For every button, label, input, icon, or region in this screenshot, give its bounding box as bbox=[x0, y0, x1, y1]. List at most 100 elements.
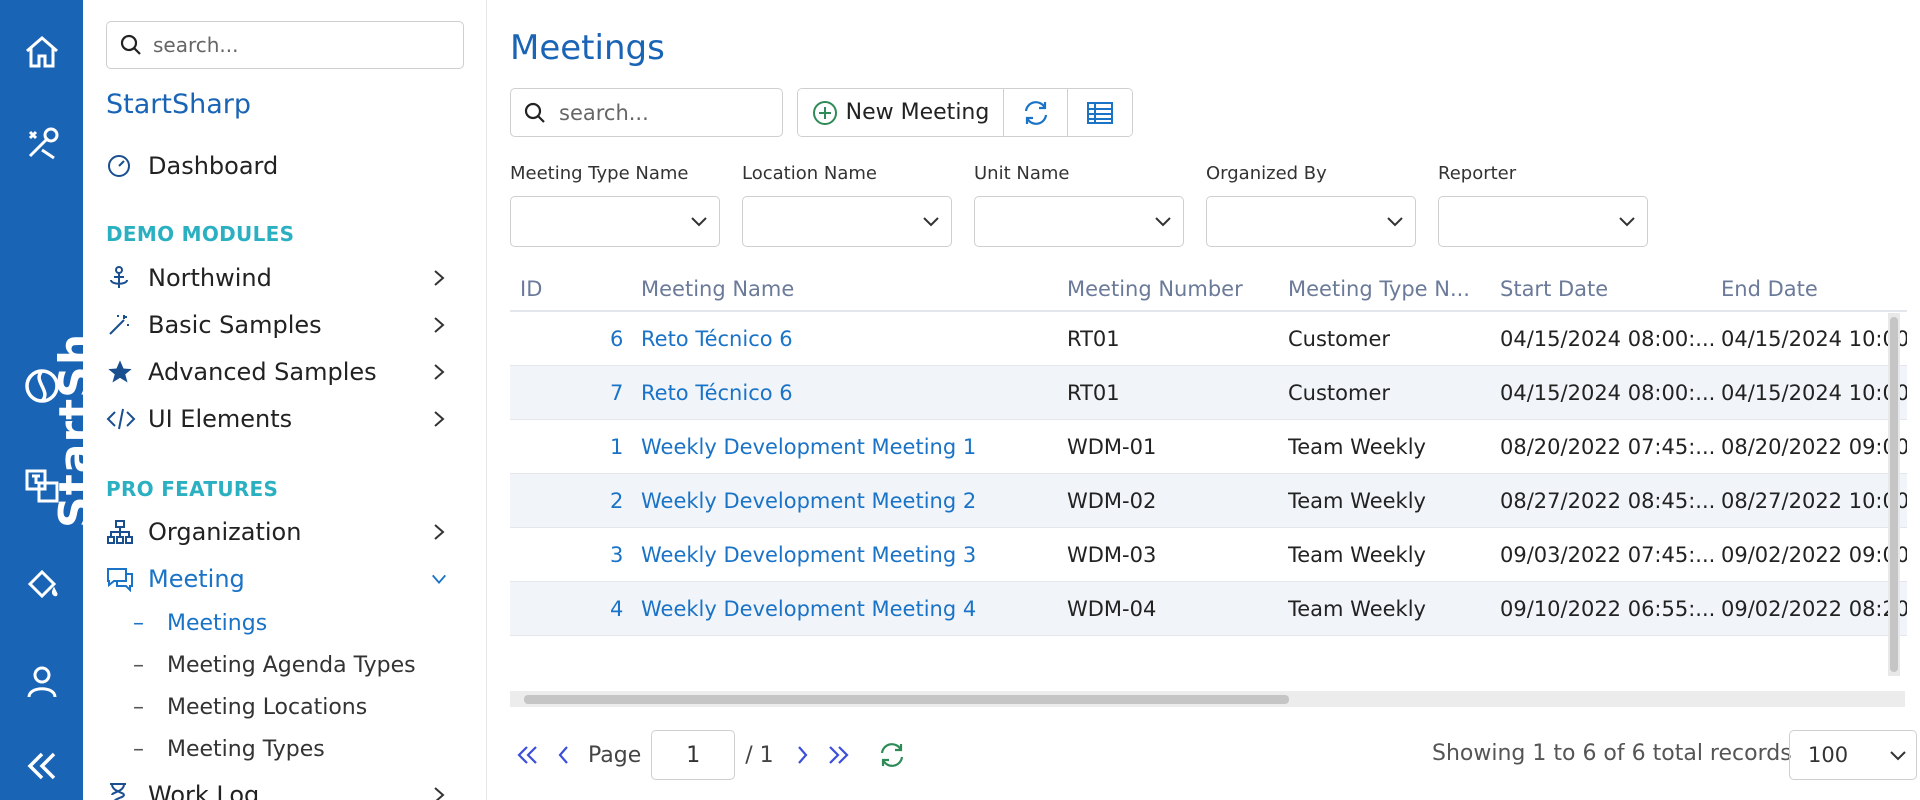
anchor-icon bbox=[106, 263, 140, 293]
filter-unit-select[interactable] bbox=[974, 196, 1184, 247]
cell-meeting-name[interactable]: Weekly Development Meeting 1 bbox=[641, 435, 976, 459]
cell-id[interactable]: 6 bbox=[610, 327, 623, 351]
cell-meeting-number: RT01 bbox=[1067, 381, 1120, 405]
cell-meeting-type: Team Weekly bbox=[1288, 543, 1426, 567]
page-number-input[interactable]: 1 bbox=[651, 730, 736, 780]
filter-location-select[interactable] bbox=[742, 196, 952, 247]
cell-end-date: 04/15/2024 10:00: bbox=[1721, 381, 1907, 405]
user-icon[interactable] bbox=[0, 654, 83, 710]
cell-meeting-type: Team Weekly bbox=[1288, 489, 1426, 513]
prev-page-button[interactable] bbox=[546, 737, 582, 773]
sidebar-item-dashboard[interactable]: Dashboard bbox=[106, 146, 456, 186]
column-header-meeting-type[interactable]: Meeting Type N... bbox=[1288, 277, 1470, 301]
records-status: Showing 1 to 6 of 6 total records bbox=[1432, 741, 1792, 766]
column-picker-button[interactable] bbox=[1068, 89, 1132, 136]
sidebar-item-label: Advanced Samples bbox=[148, 358, 377, 386]
section-pro-features: PRO FEATURES bbox=[106, 477, 279, 501]
theme-icon[interactable] bbox=[0, 556, 83, 612]
chevron-right-icon bbox=[797, 746, 808, 764]
filter-location: Location Name bbox=[742, 163, 952, 247]
sidebar-item-ui-elements[interactable]: UI Elements bbox=[106, 399, 456, 439]
sidebar-subitem-meeting-agenda-types[interactable]: – Meeting Agenda Types bbox=[133, 653, 416, 678]
grid-search-input[interactable]: search... bbox=[510, 88, 783, 137]
tools-icon[interactable] bbox=[0, 116, 83, 172]
vertical-scrollbar[interactable] bbox=[1888, 313, 1900, 676]
cell-id[interactable]: 2 bbox=[610, 489, 623, 513]
chevron-down-icon bbox=[923, 217, 939, 227]
cell-id[interactable]: 7 bbox=[610, 381, 623, 405]
cell-id[interactable]: 1 bbox=[610, 435, 623, 459]
table-row: 1 Weekly Development Meeting 1 WDM-01 Te… bbox=[510, 420, 1907, 474]
sidebar-item-northwind[interactable]: Northwind bbox=[106, 258, 456, 298]
cell-meeting-name[interactable]: Weekly Development Meeting 4 bbox=[641, 597, 976, 621]
chat-icon bbox=[106, 564, 140, 594]
cell-end-date: 08/27/2022 10:00: bbox=[1721, 489, 1907, 513]
double-chevron-left-icon bbox=[517, 746, 537, 764]
sidebar-item-meeting[interactable]: Meeting bbox=[106, 559, 456, 599]
search-icon bbox=[120, 34, 141, 55]
cell-meeting-number: RT01 bbox=[1067, 327, 1120, 351]
cell-meeting-type: Customer bbox=[1288, 381, 1391, 405]
column-header-start-date[interactable]: Start Date bbox=[1500, 277, 1608, 301]
sidebar-item-advanced-samples[interactable]: Advanced Samples bbox=[106, 352, 456, 392]
chevron-down-icon bbox=[1387, 217, 1403, 227]
sidebar-item-work-log[interactable]: Work Log bbox=[106, 775, 456, 800]
filter-reporter: Reporter bbox=[1438, 163, 1648, 247]
filter-meeting-type-select[interactable] bbox=[510, 196, 720, 247]
collapse-icon[interactable] bbox=[0, 738, 83, 794]
sidebar-item-basic-samples[interactable]: Basic Samples bbox=[106, 305, 456, 345]
next-page-button[interactable] bbox=[784, 737, 820, 773]
cell-meeting-number: WDM-04 bbox=[1067, 597, 1157, 621]
refresh-button[interactable] bbox=[1004, 89, 1068, 136]
sidebar-item-organization[interactable]: Organization bbox=[106, 512, 456, 552]
cell-id[interactable]: 3 bbox=[610, 543, 623, 567]
horizontal-scrollbar[interactable] bbox=[510, 691, 1905, 707]
column-header-id[interactable]: ID bbox=[520, 277, 542, 301]
last-page-button[interactable] bbox=[820, 737, 856, 773]
home-icon[interactable] bbox=[0, 24, 83, 80]
page-size-select[interactable]: 100 bbox=[1789, 730, 1917, 780]
filter-label: Organized By bbox=[1206, 163, 1327, 184]
table-row: 4 Weekly Development Meeting 4 WDM-04 Te… bbox=[510, 582, 1907, 636]
cell-start-date: 04/15/2024 08:00:... bbox=[1500, 381, 1716, 405]
column-header-meeting-number[interactable]: Meeting Number bbox=[1067, 277, 1243, 301]
cell-meeting-name[interactable]: Weekly Development Meeting 3 bbox=[641, 543, 976, 567]
filter-unit: Unit Name bbox=[974, 163, 1184, 247]
cell-id[interactable]: 4 bbox=[610, 597, 623, 621]
table-row: 7 Reto Técnico 6 RT01 Customer 04/15/202… bbox=[510, 366, 1907, 420]
cell-meeting-number: WDM-02 bbox=[1067, 489, 1157, 513]
meetings-grid: ID Meeting Name Meeting Number Meeting T… bbox=[510, 268, 1907, 636]
cell-meeting-name[interactable]: Weekly Development Meeting 2 bbox=[641, 489, 976, 513]
sidebar-search-input[interactable]: search... bbox=[106, 21, 464, 69]
cell-start-date: 08/27/2022 08:45:... bbox=[1500, 489, 1716, 513]
pager-reload-button[interactable] bbox=[874, 737, 910, 773]
new-meeting-button[interactable]: New Meeting bbox=[798, 89, 1004, 136]
chevron-right-icon bbox=[434, 317, 445, 333]
cell-start-date: 08/20/2022 07:45:... bbox=[1500, 435, 1716, 459]
sidebar-item-label: Organization bbox=[148, 518, 302, 546]
cell-meeting-number: WDM-03 bbox=[1067, 543, 1157, 567]
sidebar-subitem-meeting-locations[interactable]: – Meeting Locations bbox=[133, 695, 367, 720]
translate-icon[interactable] bbox=[0, 458, 83, 514]
filter-reporter-select[interactable] bbox=[1438, 196, 1648, 247]
table-icon bbox=[1087, 101, 1113, 124]
sidebar-subitem-meeting-types[interactable]: – Meeting Types bbox=[133, 737, 325, 762]
star-icon bbox=[106, 357, 140, 387]
gauge-icon bbox=[106, 151, 140, 181]
scrollbar-thumb[interactable] bbox=[1890, 317, 1898, 672]
cell-meeting-type: Customer bbox=[1288, 327, 1391, 351]
cell-meeting-name[interactable]: Reto Técnico 6 bbox=[641, 381, 793, 405]
scrollbar-thumb[interactable] bbox=[524, 695, 1289, 704]
table-row: 2 Weekly Development Meeting 2 WDM-02 Te… bbox=[510, 474, 1907, 528]
first-page-button[interactable] bbox=[510, 737, 546, 773]
filter-organized-by-select[interactable] bbox=[1206, 196, 1416, 247]
cell-start-date: 04/15/2024 08:00:... bbox=[1500, 327, 1716, 351]
page-label: Page bbox=[588, 742, 642, 768]
cell-end-date: 09/02/2022 09:00: bbox=[1721, 543, 1907, 567]
column-header-meeting-name[interactable]: Meeting Name bbox=[641, 277, 794, 301]
cell-end-date: 04/15/2024 10:00: bbox=[1721, 327, 1907, 351]
column-header-end-date[interactable]: End Date bbox=[1721, 277, 1818, 301]
sidebar-subitem-meetings[interactable]: – Meetings bbox=[133, 611, 267, 636]
cell-meeting-name[interactable]: Reto Técnico 6 bbox=[641, 327, 793, 351]
icon-rail: StartSh bbox=[0, 0, 101, 800]
